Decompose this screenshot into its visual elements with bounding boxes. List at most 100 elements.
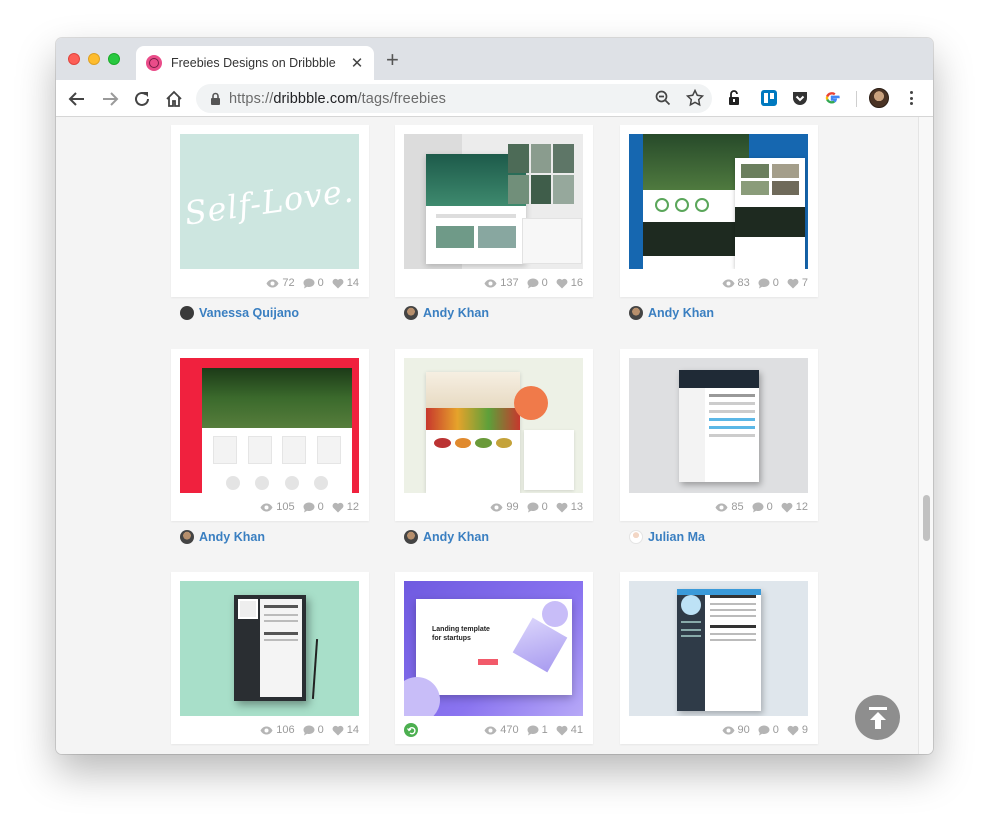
back-to-top-button[interactable] xyxy=(855,695,900,740)
shot-thumbnail[interactable] xyxy=(180,358,359,493)
comments-count[interactable]: 0 xyxy=(527,277,548,289)
shot-stats: 106 0 14 xyxy=(260,724,359,736)
views-count: 137 xyxy=(484,277,519,289)
shot-author[interactable]: Andy Khan xyxy=(404,306,489,320)
heart-icon xyxy=(556,502,568,512)
likes-count[interactable]: 12 xyxy=(332,501,359,513)
author-avatar xyxy=(629,530,643,544)
tab-title: Freebies Designs on Dribbble xyxy=(171,56,336,70)
zoom-out-icon[interactable] xyxy=(654,89,672,107)
shot-stats: 85 0 12 xyxy=(715,501,808,513)
shot-stats: 137 0 16 xyxy=(484,277,583,289)
author-avatar xyxy=(180,530,194,544)
author-name[interactable]: Andy Khan xyxy=(423,306,489,320)
shot-card[interactable]: Landing template for startups 470 1 41 xyxy=(395,572,593,744)
shot-card[interactable]: 90 0 9 xyxy=(620,572,818,744)
comments-count[interactable]: 0 xyxy=(527,501,548,513)
comment-icon xyxy=(527,502,539,512)
shot-card[interactable]: Self-Love. 72 0 14 xyxy=(171,125,369,297)
scrollbar-thumb[interactable] xyxy=(923,495,930,541)
pocket-extension-icon[interactable] xyxy=(790,88,810,108)
shot-thumbnail[interactable] xyxy=(629,134,808,269)
likes-count[interactable]: 9 xyxy=(787,724,808,736)
vertical-scrollbar[interactable] xyxy=(918,117,933,754)
shot-thumbnail[interactable] xyxy=(180,581,359,716)
new-tab-button[interactable]: + xyxy=(386,49,399,71)
comment-icon xyxy=(303,502,315,512)
shot-thumbnail[interactable]: Self-Love. xyxy=(180,134,359,269)
comments-count[interactable]: 0 xyxy=(303,277,324,289)
comments-count[interactable]: 1 xyxy=(527,724,548,736)
forward-button[interactable] xyxy=(98,87,122,111)
close-window-button[interactable] xyxy=(68,53,80,65)
likes-count[interactable]: 14 xyxy=(332,724,359,736)
browser-toolbar: https://dribbble.com/tags/freebies xyxy=(56,80,933,117)
shot-thumbnail[interactable]: Landing template for startups xyxy=(404,581,583,716)
heart-icon xyxy=(332,725,344,735)
heart-icon xyxy=(787,278,799,288)
comment-icon xyxy=(752,502,764,512)
menu-kebab-icon[interactable] xyxy=(906,88,916,108)
comments-count[interactable]: 0 xyxy=(758,724,779,736)
shot-stats: 99 0 13 xyxy=(490,501,583,513)
address-bar[interactable]: https://dribbble.com/tags/freebies xyxy=(196,84,712,113)
shot-card[interactable]: 99 0 13 xyxy=(395,349,593,521)
eye-icon xyxy=(266,279,279,287)
shot-author[interactable]: Vanessa Quijano xyxy=(180,306,299,320)
minimize-window-button[interactable] xyxy=(88,53,100,65)
shot-card[interactable]: 105 0 12 xyxy=(171,349,369,521)
close-tab-icon[interactable]: ✕ xyxy=(350,54,364,72)
shot-thumbnail[interactable] xyxy=(629,581,808,716)
author-name[interactable]: Andy Khan xyxy=(423,530,489,544)
reload-button[interactable] xyxy=(130,87,154,111)
heart-icon xyxy=(787,725,799,735)
likes-count[interactable]: 7 xyxy=(787,277,808,289)
views-count: 90 xyxy=(722,724,750,736)
shot-thumbnail[interactable] xyxy=(629,358,808,493)
likes-count[interactable]: 16 xyxy=(556,277,583,289)
tab-strip: Freebies Designs on Dribbble ✕ + xyxy=(56,38,933,80)
shot-card[interactable]: 85 0 12 xyxy=(620,349,818,521)
lock-icon xyxy=(211,92,220,105)
shot-author[interactable]: Andy Khan xyxy=(629,306,714,320)
comment-icon xyxy=(303,278,315,288)
home-button[interactable] xyxy=(162,87,186,111)
rebound-icon[interactable] xyxy=(404,723,418,737)
profile-avatar[interactable] xyxy=(869,88,889,108)
likes-count[interactable]: 14 xyxy=(332,277,359,289)
home-icon xyxy=(166,90,182,107)
comments-count[interactable]: 0 xyxy=(303,501,324,513)
unlock-extension-icon[interactable] xyxy=(725,88,745,108)
author-name[interactable]: Andy Khan xyxy=(199,530,265,544)
comments-count[interactable]: 0 xyxy=(303,724,324,736)
arrow-left-icon xyxy=(68,92,84,106)
shot-author[interactable]: Andy Khan xyxy=(180,530,265,544)
shot-author[interactable]: Julian Ma xyxy=(629,530,705,544)
author-name[interactable]: Andy Khan xyxy=(648,306,714,320)
views-count: 85 xyxy=(715,501,744,513)
shot-thumbnail[interactable] xyxy=(404,134,583,269)
back-button[interactable] xyxy=(65,87,89,111)
author-name[interactable]: Julian Ma xyxy=(648,530,705,544)
google-extension-icon[interactable] xyxy=(822,88,842,108)
views-count: 99 xyxy=(490,501,519,513)
page-content: Self-Love. 72 0 14 Vanessa Quijano 137 0… xyxy=(56,117,918,754)
shot-card[interactable]: 83 0 7 xyxy=(620,125,818,297)
trello-extension-icon[interactable] xyxy=(759,88,779,108)
author-name[interactable]: Vanessa Quijano xyxy=(199,306,299,320)
shot-card[interactable]: 137 0 16 xyxy=(395,125,593,297)
comments-count[interactable]: 0 xyxy=(752,501,773,513)
likes-count[interactable]: 41 xyxy=(556,724,583,736)
likes-count[interactable]: 13 xyxy=(556,501,583,513)
comment-icon xyxy=(527,725,539,735)
comments-count[interactable]: 0 xyxy=(758,277,779,289)
shot-card[interactable]: 106 0 14 xyxy=(171,572,369,744)
shot-stats: 83 0 7 xyxy=(722,277,808,289)
eye-icon xyxy=(484,726,497,734)
tab-dribbble[interactable]: Freebies Designs on Dribbble ✕ xyxy=(136,46,374,80)
bookmark-star-icon[interactable] xyxy=(686,89,704,107)
shot-author[interactable]: Andy Khan xyxy=(404,530,489,544)
likes-count[interactable]: 12 xyxy=(781,501,808,513)
zoom-window-button[interactable] xyxy=(108,53,120,65)
shot-thumbnail[interactable] xyxy=(404,358,583,493)
